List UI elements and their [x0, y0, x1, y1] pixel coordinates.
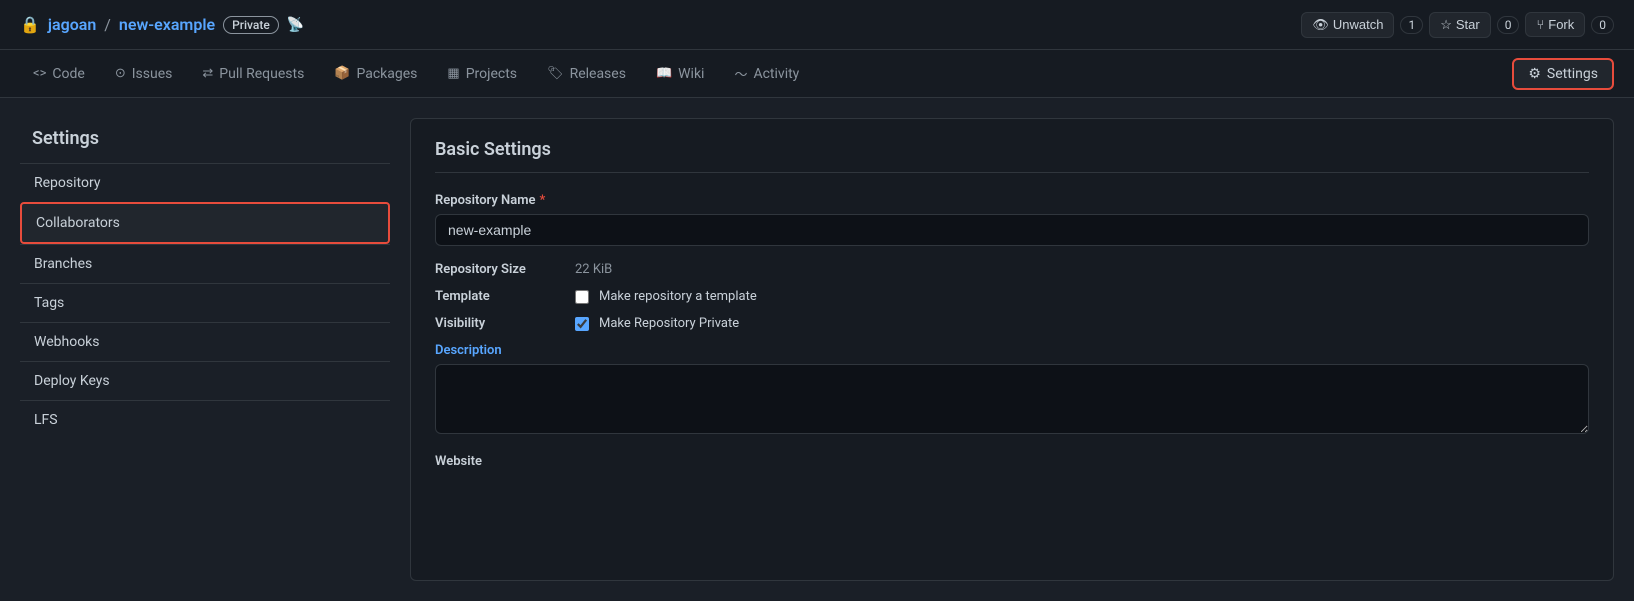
tab-code-label: Code — [52, 66, 84, 82]
tab-code[interactable]: <> Code — [20, 57, 98, 91]
tab-issues-label: Issues — [132, 66, 173, 82]
tab-pr-label: Pull Requests — [219, 66, 304, 82]
star-count: 0 — [1497, 16, 1520, 34]
template-checkbox[interactable] — [575, 290, 589, 304]
repo-name-input[interactable] — [435, 214, 1589, 246]
tab-projects[interactable]: ▦ Projects — [434, 57, 530, 91]
visibility-text: Make Repository Private — [599, 316, 739, 331]
sidebar-item-branches[interactable]: Branches — [20, 244, 390, 283]
sidebar-item-label: Branches — [34, 256, 92, 272]
tab-settings-label: Settings — [1547, 66, 1598, 82]
tab-activity[interactable]: 〜 Activity — [721, 55, 812, 92]
sidebar-item-deploy-keys[interactable]: Deploy Keys — [20, 361, 390, 400]
pr-icon: ⇄ — [202, 66, 213, 81]
description-label: Description — [435, 343, 1589, 358]
sidebar-item-label: Collaborators — [36, 215, 120, 231]
repo-owner[interactable]: jagoan — [48, 15, 96, 34]
rss-icon[interactable]: 📡 — [287, 17, 304, 33]
sidebar-item-lfs[interactable]: LFS — [20, 400, 390, 439]
repo-name-group: Repository Name * — [435, 193, 1589, 246]
visibility-checkbox[interactable] — [575, 317, 589, 331]
header-actions: 👁 Unwatch 1 ☆ Star 0 ⑂ Fork 0 — [1301, 12, 1614, 38]
settings-icon: ⚙ — [1528, 66, 1541, 82]
repo-size-label: Repository Size — [435, 262, 565, 277]
tab-issues[interactable]: ⊙ Issues — [102, 57, 186, 91]
fork-icon: ⑂ — [1536, 17, 1544, 32]
star-button[interactable]: ☆ Star — [1429, 12, 1491, 38]
unwatch-button[interactable]: 👁 Unwatch — [1301, 12, 1394, 38]
website-label: Website — [435, 454, 1589, 469]
sidebar-item-collaborators[interactable]: Collaborators — [20, 202, 390, 244]
repo-name-label: Repository Name * — [435, 193, 1589, 208]
star-icon: ☆ — [1440, 17, 1452, 33]
repo-separator: / — [104, 15, 111, 34]
tab-releases[interactable]: 🏷 Releases — [534, 57, 639, 91]
star-label: Star — [1456, 17, 1480, 32]
repo-size-row: Repository Size 22 KiB — [435, 262, 1589, 277]
nav-tabs: <> Code ⊙ Issues ⇄ Pull Requests 📦 Packa… — [0, 50, 1634, 98]
tab-wiki[interactable]: 📖 Wiki — [643, 57, 718, 91]
sidebar-item-webhooks[interactable]: Webhooks — [20, 322, 390, 361]
sidebar: Settings Repository Collaborators Branch… — [20, 118, 390, 581]
code-icon: <> — [33, 66, 46, 81]
fork-button[interactable]: ⑂ Fork — [1525, 12, 1585, 37]
issues-icon: ⊙ — [115, 66, 126, 81]
fork-count: 0 — [1591, 16, 1614, 34]
description-textarea[interactable] — [435, 364, 1589, 434]
required-indicator: * — [540, 193, 546, 208]
sidebar-item-tags[interactable]: Tags — [20, 283, 390, 322]
lock-icon: 🔒 — [20, 15, 40, 34]
content-area: Basic Settings Repository Name * Reposit… — [410, 118, 1614, 581]
sidebar-title: Settings — [20, 118, 390, 163]
releases-icon: 🏷 — [547, 66, 564, 81]
activity-icon: 〜 — [734, 64, 747, 83]
tab-packages-label: Packages — [356, 66, 417, 82]
sidebar-item-label: LFS — [34, 412, 58, 428]
repo-title: 🔒 jagoan / new-example Private 📡 — [20, 15, 304, 34]
website-group: Website — [435, 454, 1589, 469]
template-text: Make repository a template — [599, 289, 757, 304]
repo-name[interactable]: new-example — [119, 15, 215, 34]
tab-pull-requests[interactable]: ⇄ Pull Requests — [189, 57, 317, 91]
sidebar-item-label: Webhooks — [34, 334, 100, 350]
repo-size-value: 22 KiB — [575, 262, 612, 277]
visibility-label: Visibility — [435, 316, 565, 331]
description-group: Description — [435, 343, 1589, 438]
template-row: Template Make repository a template — [435, 289, 1589, 304]
unwatch-icon: 👁 — [1312, 17, 1329, 33]
visibility-row: Visibility Make Repository Private — [435, 316, 1589, 331]
tab-settings[interactable]: ⚙ Settings — [1512, 58, 1614, 90]
packages-icon: 📦 — [334, 66, 350, 81]
tab-activity-label: Activity — [753, 66, 799, 82]
unwatch-count: 1 — [1400, 16, 1423, 34]
main-layout: Settings Repository Collaborators Branch… — [0, 98, 1634, 601]
wiki-icon: 📖 — [656, 66, 672, 81]
sidebar-item-label: Repository — [34, 175, 100, 191]
sidebar-item-repository[interactable]: Repository — [20, 163, 390, 202]
tab-releases-label: Releases — [570, 66, 626, 82]
sidebar-item-label: Deploy Keys — [34, 373, 110, 389]
content-title: Basic Settings — [435, 139, 1589, 173]
private-badge: Private — [223, 16, 279, 34]
tab-wiki-label: Wiki — [678, 66, 704, 82]
header-bar: 🔒 jagoan / new-example Private 📡 👁 Unwat… — [0, 0, 1634, 50]
tab-packages[interactable]: 📦 Packages — [321, 57, 430, 91]
fork-label: Fork — [1548, 17, 1574, 32]
unwatch-label: Unwatch — [1333, 17, 1384, 32]
sidebar-item-label: Tags — [34, 295, 64, 311]
tab-projects-label: Projects — [466, 66, 517, 82]
projects-icon: ▦ — [447, 66, 459, 81]
template-label: Template — [435, 289, 565, 304]
